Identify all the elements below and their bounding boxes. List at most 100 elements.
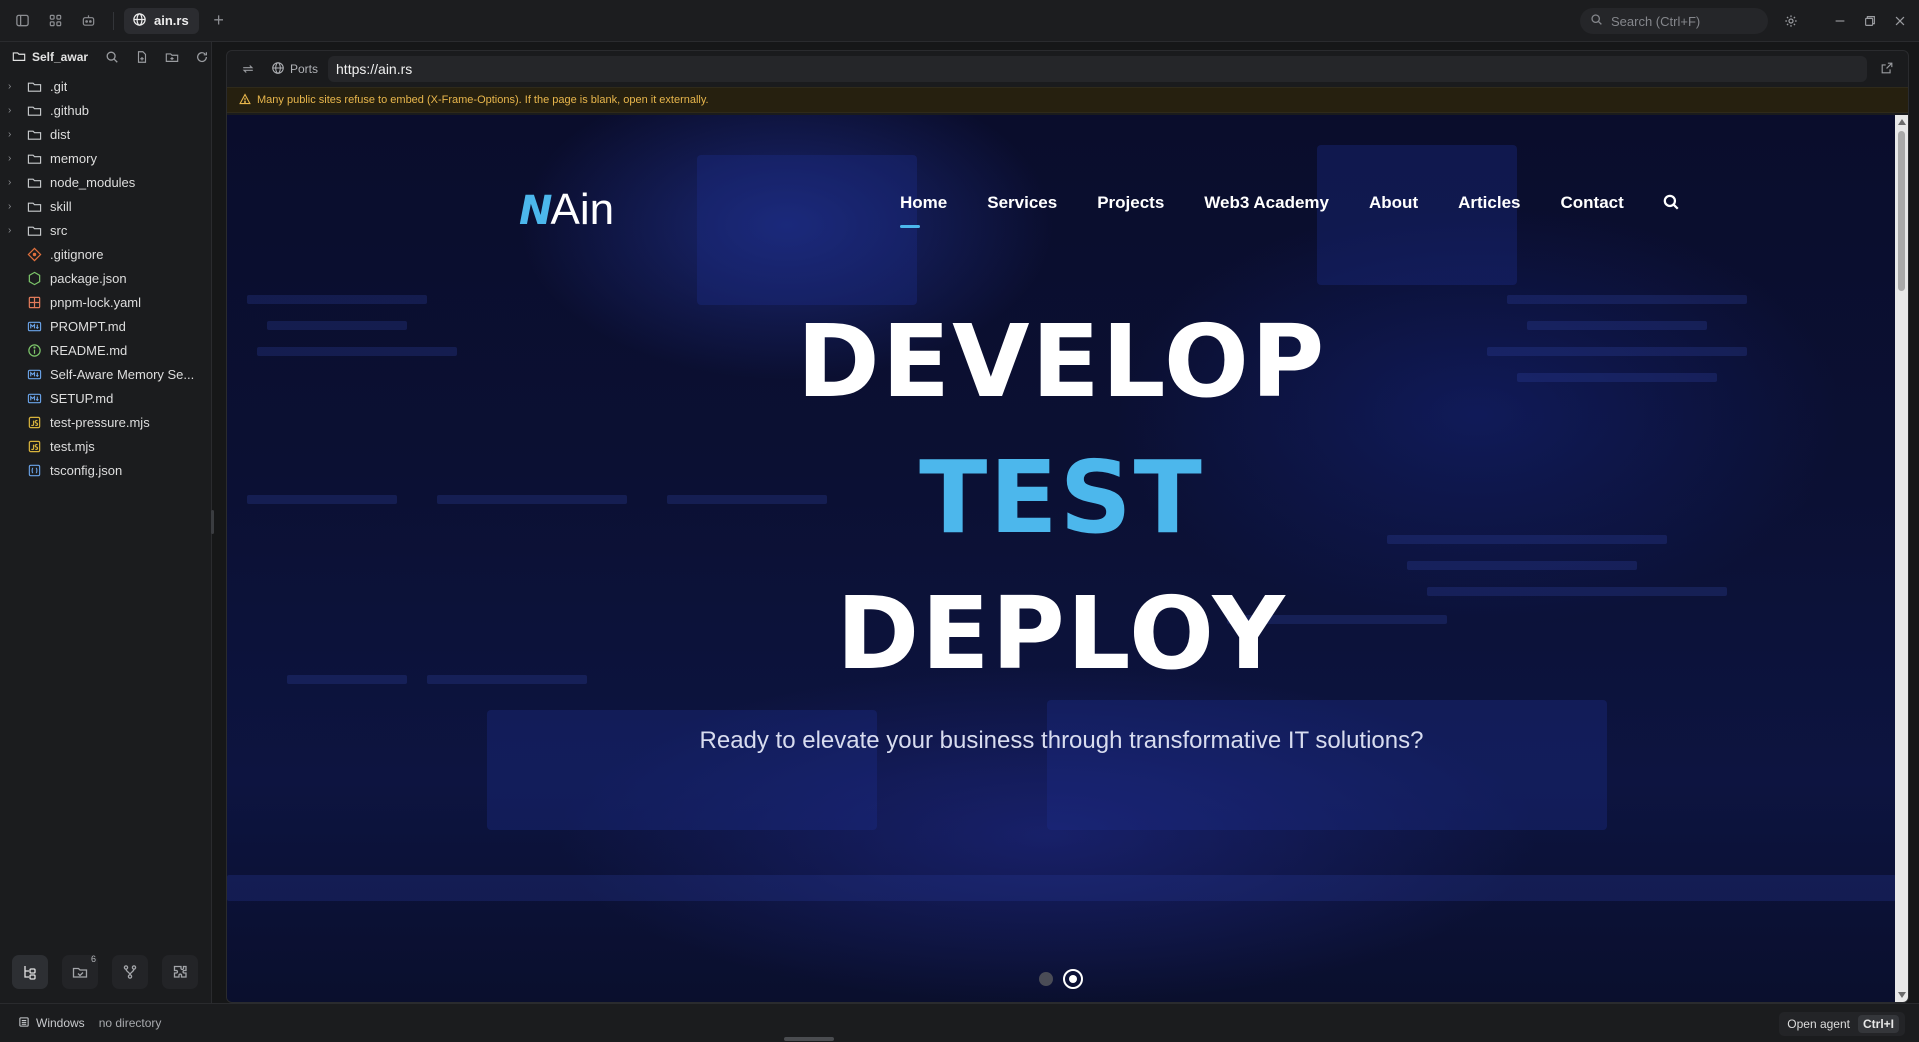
vertical-scrollbar[interactable] (1895, 115, 1908, 1002)
new-file-icon[interactable] (134, 49, 150, 65)
site-search-icon[interactable] (1662, 193, 1682, 213)
markdown-file-icon (26, 390, 42, 406)
tree-folder[interactable]: › src (0, 218, 211, 242)
tree-item-label: test.mjs (50, 438, 95, 454)
tree-item-label: pnpm-lock.yaml (50, 294, 142, 310)
tree-folder[interactable]: › node_modules (0, 170, 211, 194)
chevron-right-icon[interactable]: › (8, 201, 18, 212)
tree-file[interactable]: ›pnpm-lock.yaml (0, 290, 211, 314)
tree-folder[interactable]: › skill (0, 194, 211, 218)
git-branch-button[interactable] (112, 955, 148, 989)
nav-link-articles[interactable]: Articles (1458, 193, 1520, 213)
directory-label: no directory (98, 1016, 162, 1030)
chevron-right-icon[interactable]: › (8, 81, 18, 92)
site-logo[interactable]: N Ain (519, 185, 614, 235)
list-icon (18, 1016, 30, 1031)
yaml-file-icon (26, 294, 42, 310)
carousel-dot-2-active[interactable] (1063, 969, 1083, 989)
tree-item-label: src (50, 222, 68, 238)
tree-item-label: package.json (50, 270, 127, 286)
warning-icon (239, 92, 251, 108)
nav-link-services[interactable]: Services (987, 193, 1057, 213)
gear-icon[interactable] (1781, 11, 1801, 31)
restore-icon[interactable] (1860, 11, 1880, 31)
tree-item-label: README.md (50, 342, 128, 358)
tree-folder[interactable]: › .git (0, 74, 211, 98)
search-icon (1590, 13, 1603, 29)
tree-item-label: node_modules (50, 174, 136, 190)
carousel-pagination (1039, 969, 1083, 989)
tree-folder[interactable]: › memory (0, 146, 211, 170)
tree-file[interactable]: ›test-pressure.mjs (0, 410, 211, 434)
nav-link-projects[interactable]: Projects (1097, 193, 1164, 213)
file-explorer-sidebar: Self_awar › .git › .github › dist › memory › node… (0, 42, 212, 1003)
scroll-down-arrow[interactable] (1898, 992, 1906, 998)
tree-file[interactable]: ›test.mjs (0, 434, 211, 458)
tree-file[interactable]: ›tsconfig.json (0, 458, 211, 482)
tree-item-label: dist (50, 126, 71, 142)
folder-icon (26, 78, 42, 94)
chevron-right-icon[interactable]: › (8, 225, 18, 236)
new-tab-plus-icon[interactable]: + (209, 10, 229, 31)
new-folder-icon[interactable] (164, 49, 180, 65)
carousel-dot-1[interactable] (1039, 972, 1053, 986)
ports-label: Ports (290, 62, 319, 76)
extensions-button[interactable] (162, 955, 198, 989)
search-files-icon[interactable] (104, 49, 120, 65)
file-tree-view-button[interactable] (12, 955, 48, 989)
chevron-right-icon[interactable]: › (8, 129, 18, 140)
sidebar-bottom-bar: 6 (12, 954, 198, 989)
ports-button[interactable]: Ports (271, 61, 318, 78)
platform-indicator[interactable]: Windows (18, 1016, 85, 1031)
open-external-icon[interactable] (1880, 61, 1896, 77)
changes-button[interactable]: 6 (62, 954, 98, 989)
sidebar-resize-handle[interactable] (211, 510, 214, 534)
url-input[interactable]: https://ain.rs (328, 56, 1868, 82)
folder-icon (26, 198, 42, 214)
chevron-right-icon[interactable]: › (8, 153, 18, 164)
folder-icon (26, 174, 42, 190)
tree-item-label: skill (50, 198, 72, 214)
folder-icon (26, 102, 42, 118)
tree-folder[interactable]: › dist (0, 122, 211, 146)
tree-file[interactable]: ›PROMPT.md (0, 314, 211, 338)
tree-item-label: Self-Aware Memory Se... (50, 366, 195, 382)
tree-item-label: SETUP.md (50, 390, 114, 406)
tree-file[interactable]: ›SETUP.md (0, 386, 211, 410)
sidebar-toggle-icon[interactable] (11, 10, 33, 32)
tree-file[interactable]: ›package.json (0, 266, 211, 290)
tree-item-label: .github (50, 102, 90, 118)
scrollbar-thumb[interactable] (1898, 131, 1905, 291)
tree-file[interactable]: ›README.md (0, 338, 211, 362)
grid-icon[interactable] (44, 10, 66, 32)
nav-link-home[interactable]: Home (900, 193, 947, 228)
explorer-header: Self_awar (0, 42, 211, 72)
global-search-input[interactable]: Search (Ctrl+F) (1580, 8, 1768, 34)
site-navigation: Home Services Projects Web3 Academy About Art… (900, 193, 1664, 228)
reload-icon[interactable] (239, 60, 257, 78)
chevron-right-icon[interactable]: › (8, 177, 18, 188)
scroll-up-arrow[interactable] (1898, 119, 1906, 125)
open-agent-button[interactable]: Open agent Ctrl+I (1779, 1012, 1905, 1036)
tree-file[interactable]: ›Self-Aware Memory Se... (0, 362, 211, 386)
workspace-title: Self_awar (32, 50, 89, 64)
chevron-right-icon[interactable]: › (8, 105, 18, 116)
tree-file[interactable]: ›.gitignore (0, 242, 211, 266)
tree-item-label: PROMPT.md (50, 318, 126, 334)
nav-link-contact[interactable]: Contact (1560, 193, 1623, 213)
tree-folder[interactable]: › .github (0, 98, 211, 122)
globe-icon (271, 61, 285, 78)
minimize-icon[interactable] (1830, 11, 1850, 31)
nav-link-about[interactable]: About (1369, 193, 1418, 213)
platform-label: Windows (36, 1016, 85, 1030)
markdown-file-icon (26, 366, 42, 382)
bottom-resize-grip[interactable] (784, 1037, 834, 1041)
tab-ain-rs[interactable]: ain.rs (124, 7, 199, 34)
close-icon[interactable] (1890, 11, 1910, 31)
nav-link-web3-academy[interactable]: Web3 Academy (1204, 193, 1329, 213)
json-file-icon (26, 462, 42, 478)
folder-icon (26, 126, 42, 142)
refresh-icon[interactable] (194, 49, 210, 65)
folder-icon (12, 49, 26, 66)
bot-icon[interactable] (77, 10, 99, 32)
